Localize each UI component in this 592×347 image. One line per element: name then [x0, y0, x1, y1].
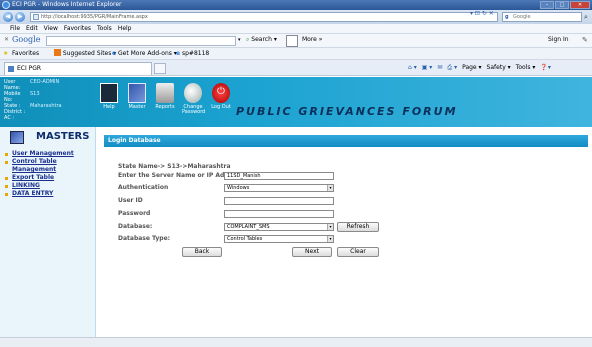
- menu-edit[interactable]: Edit: [26, 24, 38, 33]
- menu-file[interactable]: File: [10, 24, 20, 33]
- home-icon[interactable]: ⌂ ▾: [408, 63, 417, 73]
- feeds-icon[interactable]: ▣ ▾: [422, 63, 433, 73]
- sidebar-item-control-table-management[interactable]: Control Table Management: [5, 158, 95, 174]
- page-menu[interactable]: Page ▾: [462, 63, 481, 73]
- authentication-label: Authentication: [118, 184, 169, 191]
- favorites-button[interactable]: Favorites: [12, 48, 39, 60]
- app-header: User Name: CEO-ADMIN Mobile No: S13 State …: [0, 77, 592, 127]
- database-type-select[interactable]: Control Tables ▾: [224, 235, 334, 243]
- chevron-down-icon[interactable]: ▾: [238, 37, 241, 43]
- status-bar: [0, 337, 592, 347]
- change-password-button[interactable]: Change Password: [182, 83, 205, 115]
- close-toolbar-icon[interactable]: ✕: [4, 36, 9, 43]
- chevron-down-icon: ▾: [327, 236, 333, 242]
- tab-eci-pgr[interactable]: ECI PGR: [4, 62, 152, 75]
- google-logo: Google: [12, 35, 41, 44]
- database-label: Database:: [118, 223, 153, 230]
- address-bar-row: ◀ ▶ http://localhost:9935/PGR/MainFrame.…: [0, 10, 592, 24]
- safety-menu[interactable]: Safety ▾: [487, 63, 511, 73]
- sp-favorite-link[interactable]: e sp#8118: [176, 48, 209, 60]
- reports-button[interactable]: Reports: [154, 83, 176, 115]
- minimize-button[interactable]: –: [540, 1, 554, 9]
- refresh-button[interactable]: Refresh: [337, 222, 379, 232]
- help-icon[interactable]: ❓▾: [540, 63, 550, 73]
- menu-tools[interactable]: Tools: [97, 24, 112, 33]
- clear-button[interactable]: Clear: [337, 247, 379, 257]
- menu-view[interactable]: View: [44, 24, 58, 33]
- user-info: User Name: CEO-ADMIN Mobile No: S13 State …: [4, 79, 62, 121]
- monitor-icon: [10, 131, 24, 144]
- userid-label: User ID: [118, 197, 143, 204]
- refresh-stop-icons[interactable]: ▾ ⊡ ↻ ✕: [470, 10, 494, 17]
- chevron-down-icon: ▾: [327, 185, 333, 191]
- google-toolbar: ✕ Google ▾ ⌕ Search ▾ More » Sign In ✎: [0, 34, 592, 48]
- get-addons-link[interactable]: e Get More Add-ons ▾: [112, 48, 177, 60]
- key-icon: [184, 83, 202, 103]
- password-label: Password: [118, 210, 151, 217]
- forward-nav-icon[interactable]: ▶: [15, 12, 25, 22]
- maximize-button[interactable]: □: [555, 1, 569, 9]
- window-title: ECI PGR - Windows Internet Explorer: [12, 1, 122, 8]
- state-line: State Name-> S13->Maharashtra: [118, 163, 231, 170]
- next-button[interactable]: Next: [292, 247, 332, 257]
- wrench-icon[interactable]: ✎: [582, 36, 588, 44]
- userid-input[interactable]: [224, 197, 334, 205]
- tab-page-icon: [8, 66, 14, 72]
- sidebar-item-export-table[interactable]: Export Table: [5, 174, 95, 182]
- menu-help[interactable]: Help: [118, 24, 132, 33]
- print-icon[interactable]: ⎙ ▾: [447, 63, 457, 73]
- favorites-bar: ★ Favorites Suggested Sites ▾ e Get More…: [0, 48, 592, 60]
- page-icon: [33, 14, 39, 20]
- command-bar: ⌂ ▾ ▣ ▾ ✉ ⎙ ▾ Page ▾ Safety ▾ Tools ▾ ❓▾: [408, 63, 551, 73]
- help-icon: [100, 83, 118, 103]
- masters-heading: MASTERS: [8, 131, 94, 145]
- close-button[interactable]: ✕: [570, 1, 590, 9]
- new-tab-button[interactable]: [154, 63, 166, 74]
- printer-icon: [156, 83, 174, 103]
- tab-bar: ECI PGR ⌂ ▾ ▣ ▾ ✉ ⎙ ▾ Page ▾ Safety ▾ To…: [0, 60, 592, 76]
- login-database-header: Login Database: [104, 135, 588, 147]
- google-toolbar-search-input[interactable]: [46, 36, 236, 46]
- address-input[interactable]: http://localhost:9935/PGR/MainFrame.aspx: [30, 12, 498, 22]
- suggested-sites-link[interactable]: Suggested Sites ▾: [54, 48, 116, 60]
- authentication-select[interactable]: Windows ▾: [224, 184, 334, 192]
- chevron-down-icon: ▾: [327, 224, 333, 230]
- favorites-star-icon[interactable]: ★: [3, 48, 8, 60]
- help-button[interactable]: Help: [98, 83, 120, 115]
- server-input[interactable]: 11SD_Manish: [224, 172, 334, 180]
- monitor-icon: [128, 83, 146, 103]
- sidebar-item-linking[interactable]: LINKING: [5, 182, 95, 190]
- ie-icon: [2, 1, 10, 9]
- mail-icon[interactable]: ✉: [437, 63, 442, 73]
- window-controls: – □ ✕: [540, 1, 590, 9]
- web-search-input[interactable]: g Google: [502, 12, 582, 22]
- master-button[interactable]: Master: [126, 83, 148, 115]
- page-title: PUBLIC GRIEVANCES FORUM: [236, 105, 458, 118]
- google-search-button[interactable]: ⌕ Search ▾: [246, 36, 277, 44]
- window-title-bar: ECI PGR - Windows Internet Explorer – □ …: [0, 0, 592, 10]
- search-icon[interactable]: ⌕: [584, 13, 588, 22]
- tools-menu[interactable]: Tools ▾: [516, 63, 536, 73]
- database-type-label: Database Type:: [118, 235, 171, 242]
- menu-favorites[interactable]: Favorites: [64, 24, 91, 33]
- suggested-sites-icon: [54, 49, 61, 56]
- google-g-icon: g: [505, 14, 509, 20]
- password-input[interactable]: [224, 210, 334, 218]
- sidebar-item-data-entry[interactable]: DATA ENTRY: [5, 190, 95, 198]
- sidebar-menu: User Management Control Table Management…: [5, 150, 95, 198]
- back-nav-icon[interactable]: ◀: [3, 12, 13, 22]
- main-content: Login Database State Name-> S13->Maharas…: [96, 127, 592, 337]
- back-button[interactable]: Back: [182, 247, 222, 257]
- logout-button[interactable]: ⏻ Log Out: [210, 83, 232, 115]
- database-select[interactable]: COMPLAINT_SMS ▾: [224, 223, 334, 231]
- sign-in-link[interactable]: Sign In: [548, 36, 569, 43]
- menu-bar: File Edit View Favorites Tools Help: [0, 24, 592, 34]
- toolbar-tools-icon[interactable]: [286, 35, 298, 47]
- power-icon: ⏻: [212, 83, 230, 103]
- sidebar-item-user-management[interactable]: User Management: [5, 150, 95, 158]
- header-buttons: Help Master Reports Change Password ⏻ Log…: [98, 83, 232, 115]
- more-button[interactable]: More »: [302, 36, 322, 43]
- sidebar: MASTERS User Management Control Table Ma…: [0, 127, 96, 337]
